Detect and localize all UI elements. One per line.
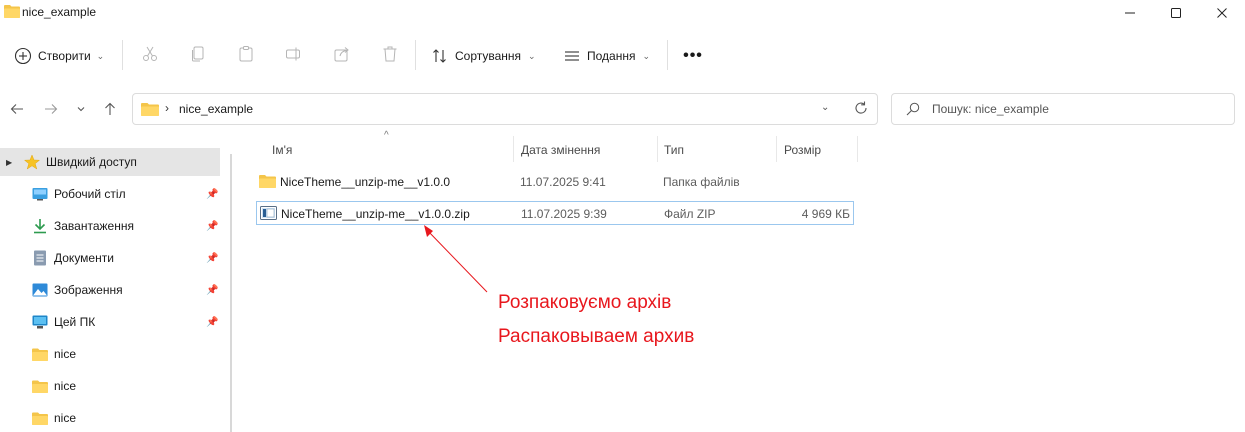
annotation-arrow	[424, 225, 488, 293]
annotation-text-russian: Распаковываем архив	[498, 326, 695, 347]
annotation-text-ukrainian: Розпаковуємо архів	[498, 292, 672, 313]
